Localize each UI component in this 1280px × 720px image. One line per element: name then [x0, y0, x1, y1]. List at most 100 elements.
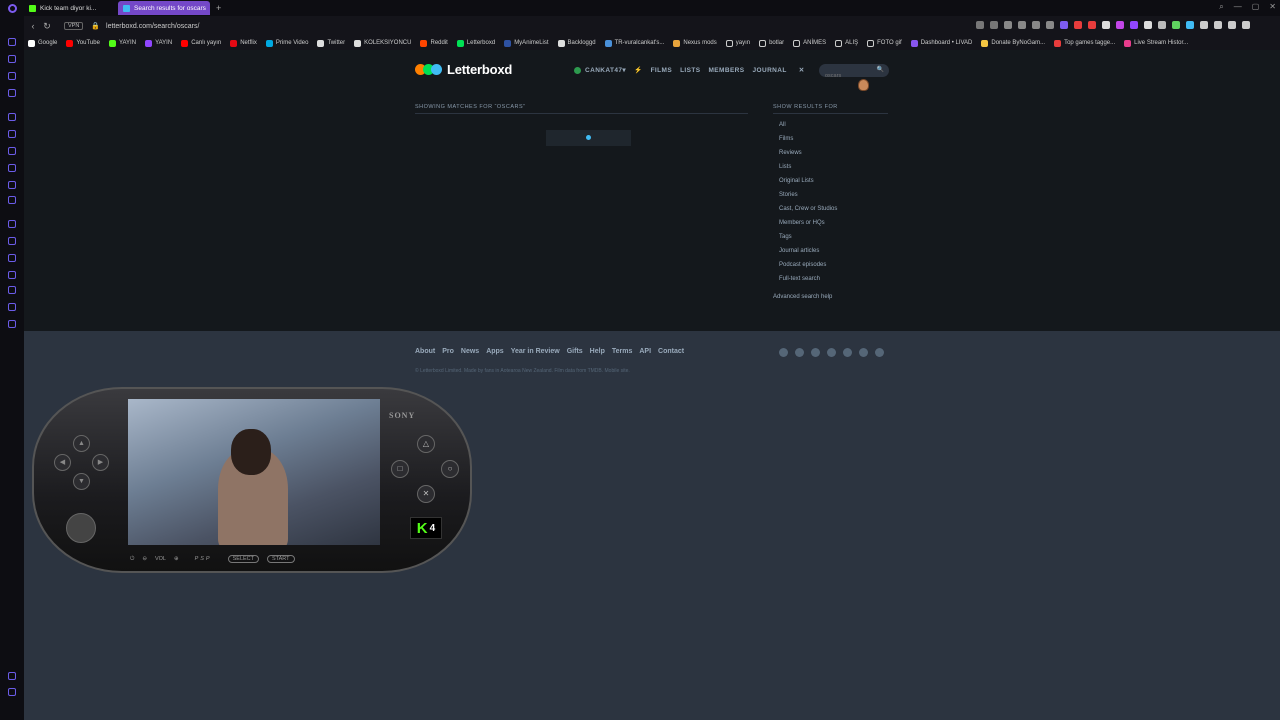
gamepad-icon[interactable] [8, 254, 16, 262]
bookmark-live-stream-history[interactable]: Live Stream Histor... [1124, 39, 1188, 47]
filter-cast-crew-studios[interactable]: Cast, Crew or Studios [773, 205, 888, 219]
filter-tags[interactable]: Tags [773, 233, 888, 247]
more-icon[interactable] [8, 688, 16, 696]
play-icon[interactable] [1032, 21, 1040, 29]
vpn-badge[interactable]: VPN [64, 22, 84, 30]
minimize-icon[interactable]: — [1234, 2, 1242, 12]
tab-kick[interactable]: Kick team diyor ki... [24, 1, 116, 15]
new-tab-button[interactable]: + [216, 3, 221, 13]
url-field[interactable]: letterboxd.com/search/oscars/ [106, 23, 199, 30]
extension-icon[interactable] [1130, 21, 1138, 29]
heart-icon[interactable] [8, 237, 16, 245]
instagram-icon[interactable] [8, 164, 16, 172]
activity-bolt-icon[interactable]: ⚡ [634, 66, 643, 74]
filter-stories[interactable]: Stories [773, 191, 888, 205]
back-icon[interactable]: ‹ [26, 21, 40, 31]
telegram-icon[interactable] [8, 130, 16, 138]
extensions-icon[interactable] [8, 303, 16, 311]
advanced-search-help-link[interactable]: Advanced search help [773, 294, 888, 300]
extension-icon[interactable] [1018, 21, 1026, 29]
filter-journal-articles[interactable]: Journal articles [773, 247, 888, 261]
bookmark-prime-video[interactable]: Prime Video [265, 39, 308, 47]
user-menu[interactable]: CANKAT47 ▾ [574, 66, 626, 74]
apps-icon[interactable] [8, 220, 16, 228]
reload-icon[interactable]: ↻ [40, 21, 54, 32]
extension-icon[interactable] [1172, 21, 1180, 29]
search-icon[interactable]: 🔍 [877, 66, 884, 73]
bookmark-canli-yayin[interactable]: Canlı yayın [181, 39, 221, 47]
threads-icon[interactable] [795, 348, 804, 357]
bookmark-backloggd[interactable]: Backloggd [557, 39, 596, 47]
bookmark-folder-alis[interactable]: ALIŞ [835, 39, 858, 47]
footer-link-api[interactable]: API [639, 348, 651, 355]
footer-link-year-in-review[interactable]: Year in Review [511, 348, 560, 355]
filter-podcast-episodes[interactable]: Podcast episodes [773, 261, 888, 275]
settings-icon[interactable] [8, 320, 16, 328]
heart-icon[interactable] [1046, 21, 1054, 29]
x-icon[interactable] [811, 348, 820, 357]
whatsapp-icon[interactable] [8, 147, 16, 155]
nav-journal[interactable]: JOURNAL [753, 67, 787, 74]
bookmark-youtube[interactable]: YouTube [66, 39, 100, 47]
bookmark-netflix[interactable]: Netflix [230, 39, 257, 47]
filter-reviews[interactable]: Reviews [773, 149, 888, 163]
bookmark-top-games[interactable]: Top games tagge... [1054, 39, 1115, 47]
footer-link-terms[interactable]: Terms [612, 348, 633, 355]
filter-full-text-search[interactable]: Full-text search [773, 275, 888, 289]
shield-icon[interactable] [1004, 21, 1012, 29]
filter-all[interactable]: All [773, 121, 888, 135]
filter-films[interactable]: Films [773, 135, 888, 149]
facebook-icon[interactable] [843, 348, 852, 357]
footer-link-pro[interactable]: Pro [442, 348, 454, 355]
discord-icon[interactable] [8, 196, 16, 204]
bookmark-twitter[interactable]: Twitter [317, 39, 345, 47]
bookmark-folder-yayin[interactable]: yayın [725, 39, 750, 47]
pin-icon[interactable] [8, 672, 16, 680]
footer-link-about[interactable]: About [415, 348, 435, 355]
bookmark-letterboxd[interactable]: Letterboxd [456, 39, 495, 47]
nav-members[interactable]: MEMBERS [708, 67, 744, 74]
extension-icon[interactable] [1088, 21, 1096, 29]
footer-link-help[interactable]: Help [590, 348, 605, 355]
bluesky-icon[interactable] [827, 348, 836, 357]
opera-logo-icon[interactable] [0, 0, 24, 16]
bookmark-tr-vuralcankat[interactable]: TR-vuralcankat's... [604, 39, 664, 47]
bookmark-nexus-mods[interactable]: Nexus mods [673, 39, 717, 47]
bookmark-koleksiyoncu[interactable]: KOLEKSIYONCU [354, 39, 411, 47]
youtube-icon[interactable] [875, 348, 884, 357]
x-icon[interactable] [8, 181, 16, 189]
nav-lists[interactable]: LISTS [680, 67, 700, 74]
speed-dial-icon[interactable] [8, 38, 16, 46]
bookmark-donate[interactable]: Donate ByNoGam... [981, 39, 1045, 47]
extension-icon[interactable] [1116, 21, 1124, 29]
extension-icon[interactable] [1144, 21, 1152, 29]
instagram-icon[interactable] [779, 348, 788, 357]
aria-icon[interactable] [8, 55, 16, 63]
extension-icon[interactable] [1186, 21, 1194, 29]
snapshot-icon[interactable] [990, 21, 998, 29]
filter-original-lists[interactable]: Original Lists [773, 177, 888, 191]
menu-icon[interactable] [1242, 21, 1250, 29]
close-window-icon[interactable]: ✕ [1269, 2, 1276, 12]
letterboxd-logo[interactable]: Letterboxd [415, 62, 512, 77]
footer-link-apps[interactable]: Apps [486, 348, 504, 355]
history-icon[interactable] [8, 271, 16, 279]
search-tabs-icon[interactable]: ⌕ [1219, 2, 1223, 12]
nav-films[interactable]: FILMS [651, 67, 673, 74]
bookmark-folder-botlar[interactable]: botlar [759, 39, 784, 47]
downloads-icon[interactable] [8, 286, 16, 294]
download-icon[interactable] [1228, 21, 1236, 29]
bookmark-yayin-kick[interactable]: YAYIN [108, 39, 136, 47]
extension-icon[interactable] [1102, 21, 1110, 29]
bookmark-yayin-twitch[interactable]: YAYIN [145, 39, 172, 47]
bookmark-folder-animes[interactable]: ANİMES [793, 39, 826, 47]
extension-icon[interactable] [1074, 21, 1082, 29]
extension-icon[interactable] [1200, 21, 1208, 29]
bookmark-myanimelist[interactable]: MyAnimeList [504, 39, 549, 47]
extension-icon[interactable] [1060, 21, 1068, 29]
lock-icon[interactable]: 🔒 [91, 22, 100, 30]
tiktok-icon[interactable] [859, 348, 868, 357]
bookmark-dashboard-livad[interactable]: Dashboard • LIVAD [910, 39, 972, 47]
twitch-icon[interactable] [8, 113, 16, 121]
tab-letterboxd-search[interactable]: Search results for oscars [118, 1, 210, 15]
